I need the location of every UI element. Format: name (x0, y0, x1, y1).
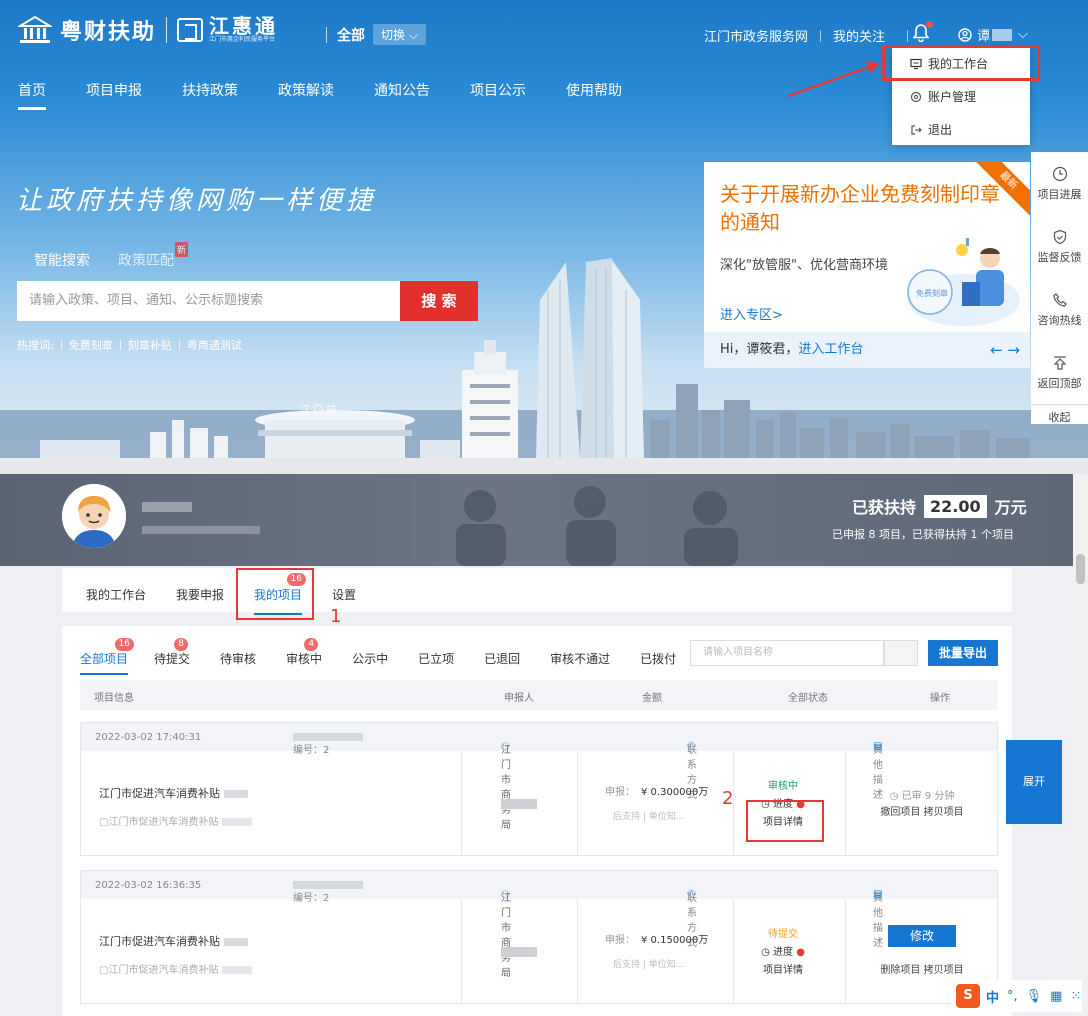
column-header: 项目信息 (94, 693, 134, 704)
chat-icon[interactable]: ◌ (501, 889, 510, 900)
code-redacted (293, 733, 363, 741)
avatar[interactable] (62, 484, 126, 548)
document-icon: ▤ (873, 741, 883, 752)
clock-icon: ◷ (889, 791, 899, 802)
annotation-label-1: 1 (330, 606, 342, 627)
applicant-redacted (501, 947, 537, 957)
scrollbar-thumb[interactable] (1076, 554, 1085, 584)
ime-mode[interactable]: 中 (986, 987, 999, 1006)
tab-settings[interactable]: 设置 (332, 586, 356, 603)
filter-badge: 4 (304, 638, 319, 651)
status-dot: ● (796, 947, 805, 958)
project-name[interactable]: 江门市促进汽车消费补贴 (99, 933, 248, 949)
project-detail-link[interactable]: 项目详情 (733, 961, 833, 976)
record-amount-note: 后支持 | 单位知... (613, 960, 685, 970)
expand-button[interactable]: 展开 (1006, 740, 1062, 824)
support-amount: 22.00 (924, 494, 987, 518)
column-header: 操作 (930, 693, 950, 704)
filter-reviewing[interactable]: 审核中 4 (286, 638, 322, 667)
annotation-arrow-icon (787, 62, 880, 98)
filter-returned[interactable]: 已退回 (484, 650, 520, 667)
record-amount: 申报： ¥ 0.300000万 (605, 787, 709, 798)
scrollbar[interactable] (1073, 474, 1088, 1016)
ime-punctuation[interactable]: °, (1007, 989, 1018, 1004)
project-name[interactable]: 江门市促进汽车消费补贴 (99, 785, 248, 801)
filter-all[interactable]: 全部项目 16 (80, 638, 135, 675)
search-button[interactable] (884, 640, 918, 666)
ime-toolbar[interactable]: S 中 °, 🎙 ▦ ⁙ (952, 980, 1082, 1012)
filter-badge: 8 (174, 638, 189, 651)
project-subname: ▢江门市促进汽车消费补贴 (99, 813, 253, 828)
modify-button-wrap: 修改 (847, 925, 997, 947)
batch-export-button[interactable]: 批量导出 (928, 640, 998, 666)
support-detail: 已申报 8 项目，已获得扶持 1 个项目 (832, 528, 1014, 541)
chat-icon[interactable]: ◌ (501, 741, 510, 752)
projects-panel: 全部项目 16 待提交 8 待审核 审核中 4 公示中 已立项 已退回 审核不通过 已… (62, 626, 1012, 1016)
highlight-box-my-projects (236, 568, 314, 620)
filter-badge: 16 (114, 638, 135, 651)
keyboard-icon[interactable]: ▦ (1050, 989, 1062, 1004)
highlight-box-project-detail (746, 800, 824, 842)
project-record: 2022-03-02 16:36:35 编号：2 江门市商务局 ◌ 联系方式 ✆… (80, 870, 998, 1004)
phone-icon: ✆ (687, 889, 696, 900)
record-actions[interactable]: 删除项目 拷贝项目 (847, 961, 997, 976)
record-header: 2022-03-02 17:40:31 编号：2 江门市商务局 ◌ 联系方式 ✆… (81, 723, 997, 831)
homepage-screenshot: 江 门 站 粤财扶助 江惠通 江门市惠企利民服务平台 全部 切换 ⌵ 江门市政务… (0, 0, 1088, 458)
record-time: 2022-03-02 17:40:31 (95, 732, 202, 743)
document-icon: ▤ (873, 889, 883, 900)
record-time: 2022-03-02 16:36:35 (95, 880, 202, 891)
tab-my-workbench[interactable]: 我的工作台 (86, 586, 146, 603)
record-amount: 申报： ¥ 0.150000万 (605, 935, 709, 946)
support-unit: 万元 (994, 498, 1027, 517)
username-redacted (142, 502, 192, 512)
banner-people-photo (456, 486, 738, 566)
annotation-label-2: 2 (722, 788, 734, 809)
project-record: 2022-03-02 17:40:31 编号：2 江门市商务局 ◌ 联系方式 ✆… (80, 722, 998, 856)
progress-indicator[interactable]: ◷ 进度 ● (733, 943, 833, 958)
project-name-search-input[interactable]: 请输入项目名称 (690, 640, 884, 666)
composite-screenshot: 江 门 站 粤财扶助 江惠通 江门市惠企利民服务平台 全部 切换 ⌵ 江门市政务… (0, 0, 1088, 1016)
status-badge: 待提交 (768, 929, 798, 940)
column-header: 申报人 (504, 693, 534, 704)
status-badge: 审核中 (768, 781, 798, 792)
workbench-tabs-panel: 我的工作台 我要申报 我的项目 16 设置 (62, 568, 1012, 615)
company-redacted (142, 526, 260, 534)
filter-paid[interactable]: 已拨付 (640, 650, 676, 667)
record-header: 2022-03-02 16:36:35 编号：2 江门市商务局 ◌ 联系方式 ✆… (81, 871, 997, 979)
tab-apply[interactable]: 我要申报 (176, 586, 224, 603)
record-actions[interactable]: 撤回项目 拷贝项目 (847, 803, 997, 818)
filter-approved[interactable]: 已立项 (418, 650, 454, 667)
support-summary: 已获扶持 22.00 万元 (852, 494, 1027, 518)
status-filter-tabs: 全部项目 16 待提交 8 待审核 审核中 4 公示中 已立项 已退回 审核不通过 已… (80, 638, 676, 675)
filter-to-submit[interactable]: 待提交 8 (154, 638, 190, 667)
grid-icon[interactable]: ⁙ (1070, 989, 1081, 1004)
phone-icon: ✆ (687, 741, 696, 752)
workbench-screenshot: 已获扶持 22.00 万元 已申报 8 项目，已获得扶持 1 个项目 我的工作台… (0, 474, 1088, 1016)
record-code: 编号：2 (293, 880, 363, 904)
code-redacted (293, 881, 363, 889)
filter-rejected[interactable]: 审核不通过 (550, 650, 610, 667)
clock-icon: ◷ (761, 947, 770, 958)
filter-pending-review[interactable]: 待审核 (220, 650, 256, 667)
profile-banner: 已获扶持 22.00 万元 已申报 8 项目，已获得扶持 1 个项目 (0, 474, 1073, 566)
project-subname: ▢江门市促进汽车消费补贴 (99, 961, 253, 976)
filter-publicity[interactable]: 公示中 (352, 650, 388, 667)
applicant-redacted (501, 799, 537, 809)
time-ago: ◷ 已审 9 分钟 (889, 791, 955, 802)
record-amount-note: 后支持 | 单位知... (613, 812, 685, 822)
support-label: 已获扶持 (852, 498, 917, 517)
microphone-icon[interactable]: 🎙 (1026, 989, 1043, 1004)
modify-button[interactable]: 修改 (888, 925, 956, 947)
column-header: 全部状态 (788, 693, 828, 704)
table-header: 项目信息 申报人 金额 全部状态 操作 (80, 680, 998, 710)
ime-logo-icon: S (956, 984, 980, 1008)
column-header: 金额 (642, 693, 662, 704)
record-code: 编号：2 (293, 732, 363, 756)
